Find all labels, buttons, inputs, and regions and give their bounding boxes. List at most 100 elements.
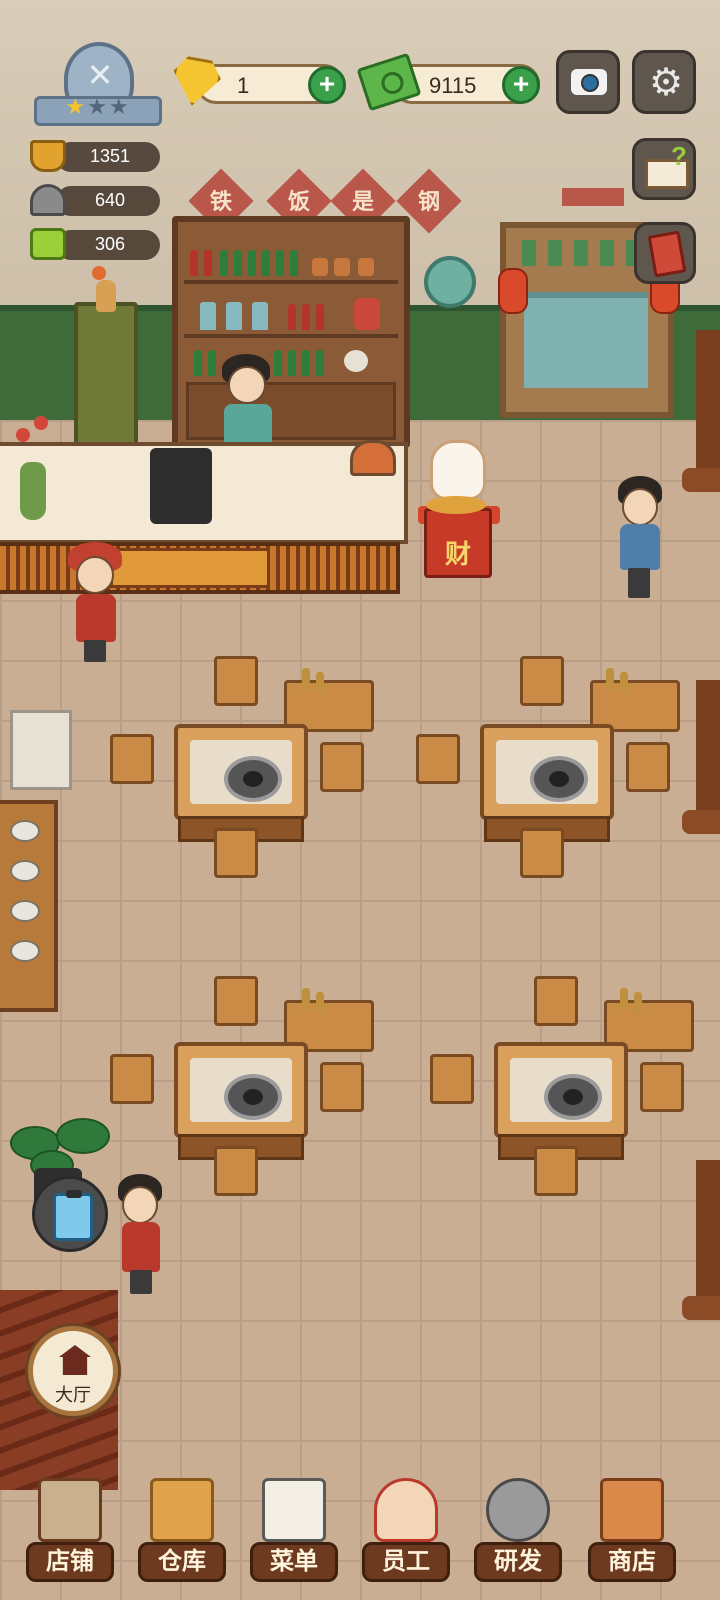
plant-leaf (56, 1118, 110, 1154)
beer-bottle-icon (262, 250, 270, 276)
door-curtain (524, 292, 648, 388)
right-eave (682, 468, 720, 492)
hotpot-table-3[interactable] (174, 1042, 308, 1138)
hall-button[interactable]: 大厅 (28, 1326, 118, 1416)
wall-banner-char: 铁 (209, 189, 232, 215)
stat-value: 640 (94, 190, 126, 210)
hotpot-stove-icon (224, 756, 282, 802)
right-railing (696, 330, 720, 480)
beer-bottle-icon (234, 250, 242, 276)
door-window (600, 240, 614, 266)
electric-fan-icon (424, 256, 476, 308)
condiment-bottle-icon (316, 672, 324, 694)
add-gems-button[interactable]: + (308, 66, 346, 104)
condiment-bottle-icon (634, 992, 642, 1014)
orders-button[interactable] (32, 1176, 108, 1252)
fridge[interactable] (74, 302, 138, 448)
nav-warehouse[interactable]: 仓库 (132, 1478, 232, 1596)
condiment-bottle-icon (606, 668, 614, 690)
star-icon: ★ (108, 94, 131, 119)
shop-building-icon (38, 1478, 102, 1542)
fortune-char: 财 (444, 540, 471, 570)
chair (320, 1062, 364, 1112)
sauce-bowl-icon (10, 820, 40, 842)
bottom-nav: 店铺 仓库 菜单 员工 研发 商店 (0, 1478, 720, 1600)
hotpot-table-4[interactable] (494, 1042, 628, 1138)
fork-knife-icon: ✕ (86, 57, 114, 93)
wall-banner-char: 饭 (287, 189, 310, 215)
wall-plaque (562, 188, 624, 206)
condiment-side-table[interactable] (0, 800, 58, 1012)
staff-chef-icon (374, 1478, 438, 1542)
thermos-icon (226, 302, 242, 330)
jar-icon (312, 258, 328, 276)
menu-clipboard-icon (262, 1478, 326, 1542)
cash-count: 9115 (429, 73, 477, 98)
recipe-book-button[interactable] (634, 222, 696, 284)
stat-recipes[interactable]: 306 (30, 228, 160, 262)
hotpot-table-2[interactable] (480, 724, 614, 820)
research-wok-icon (486, 1478, 550, 1542)
chair (430, 1054, 474, 1104)
hotpot-stove-icon (530, 756, 588, 802)
cash-register-icon[interactable] (150, 448, 212, 524)
flower-icon (16, 428, 30, 442)
clipboard-icon (53, 1190, 93, 1241)
beer-bottle-icon (290, 250, 298, 276)
camera-button[interactable] (556, 50, 620, 114)
flower-icon (92, 266, 106, 280)
beer-bottle-icon (288, 350, 296, 376)
condiment-bottle-icon (316, 992, 324, 1014)
add-cash-button[interactable]: + (502, 66, 540, 104)
nav-shop[interactable]: 店铺 (20, 1478, 120, 1596)
wall-banner-char: 是 (351, 189, 374, 215)
chair (214, 976, 258, 1026)
nav-label: 仓库 (138, 1542, 226, 1582)
right-eave (682, 1296, 720, 1320)
nav-label: 研发 (474, 1542, 562, 1582)
beer-bottle-icon (194, 350, 202, 376)
nav-store[interactable]: 商店 (582, 1478, 682, 1596)
restaurant-rank-badge[interactable]: ✕ ★★★ (34, 40, 162, 136)
stat-dish[interactable]: 640 (30, 184, 160, 218)
shelf-board (184, 334, 398, 338)
chair (520, 656, 564, 706)
soda-bottle-icon (190, 250, 198, 276)
soda-bottle-icon (204, 250, 212, 276)
counter-decor-panel (110, 548, 270, 588)
nav-label: 菜单 (250, 1542, 338, 1582)
jar-icon (358, 258, 374, 276)
beer-bottle-icon (276, 250, 284, 276)
settings-button[interactable]: ⚙ (632, 50, 696, 114)
drinks-shelf[interactable] (172, 216, 410, 448)
pickle-jar-icon (354, 298, 380, 330)
chair (320, 742, 364, 792)
bowl-icon (344, 350, 368, 372)
chair (214, 656, 258, 706)
wall-sink (10, 710, 72, 790)
beer-bottle-icon (208, 350, 216, 376)
chair (416, 734, 460, 784)
condiment-bottle-icon (302, 668, 310, 690)
nav-research[interactable]: 研发 (468, 1478, 568, 1596)
guide-button[interactable]: ? (632, 138, 696, 200)
hotpot-table-1[interactable] (174, 724, 308, 820)
right-railing (696, 680, 720, 820)
flower-icon (34, 416, 48, 430)
green-vase-icon (20, 462, 46, 520)
stat-hotpot[interactable]: 1351 (30, 140, 160, 174)
shelf-cabinet (186, 382, 396, 440)
nav-label: 商店 (588, 1542, 676, 1582)
rank-stars: ★★★ (58, 94, 138, 120)
table-lamp-icon (350, 440, 396, 476)
jar-icon (334, 258, 350, 276)
nav-menu[interactable]: 菜单 (244, 1478, 344, 1596)
gear-icon: ⚙ (648, 62, 684, 104)
condiment-bottle-icon (620, 672, 628, 694)
lucky-cat-icon[interactable] (430, 440, 486, 500)
stat-value: 1351 (89, 146, 131, 166)
nav-staff[interactable]: 员工 (356, 1478, 456, 1596)
shelf-board (184, 280, 398, 284)
condiment-bottle-icon (302, 988, 310, 1010)
chair (534, 1146, 578, 1196)
